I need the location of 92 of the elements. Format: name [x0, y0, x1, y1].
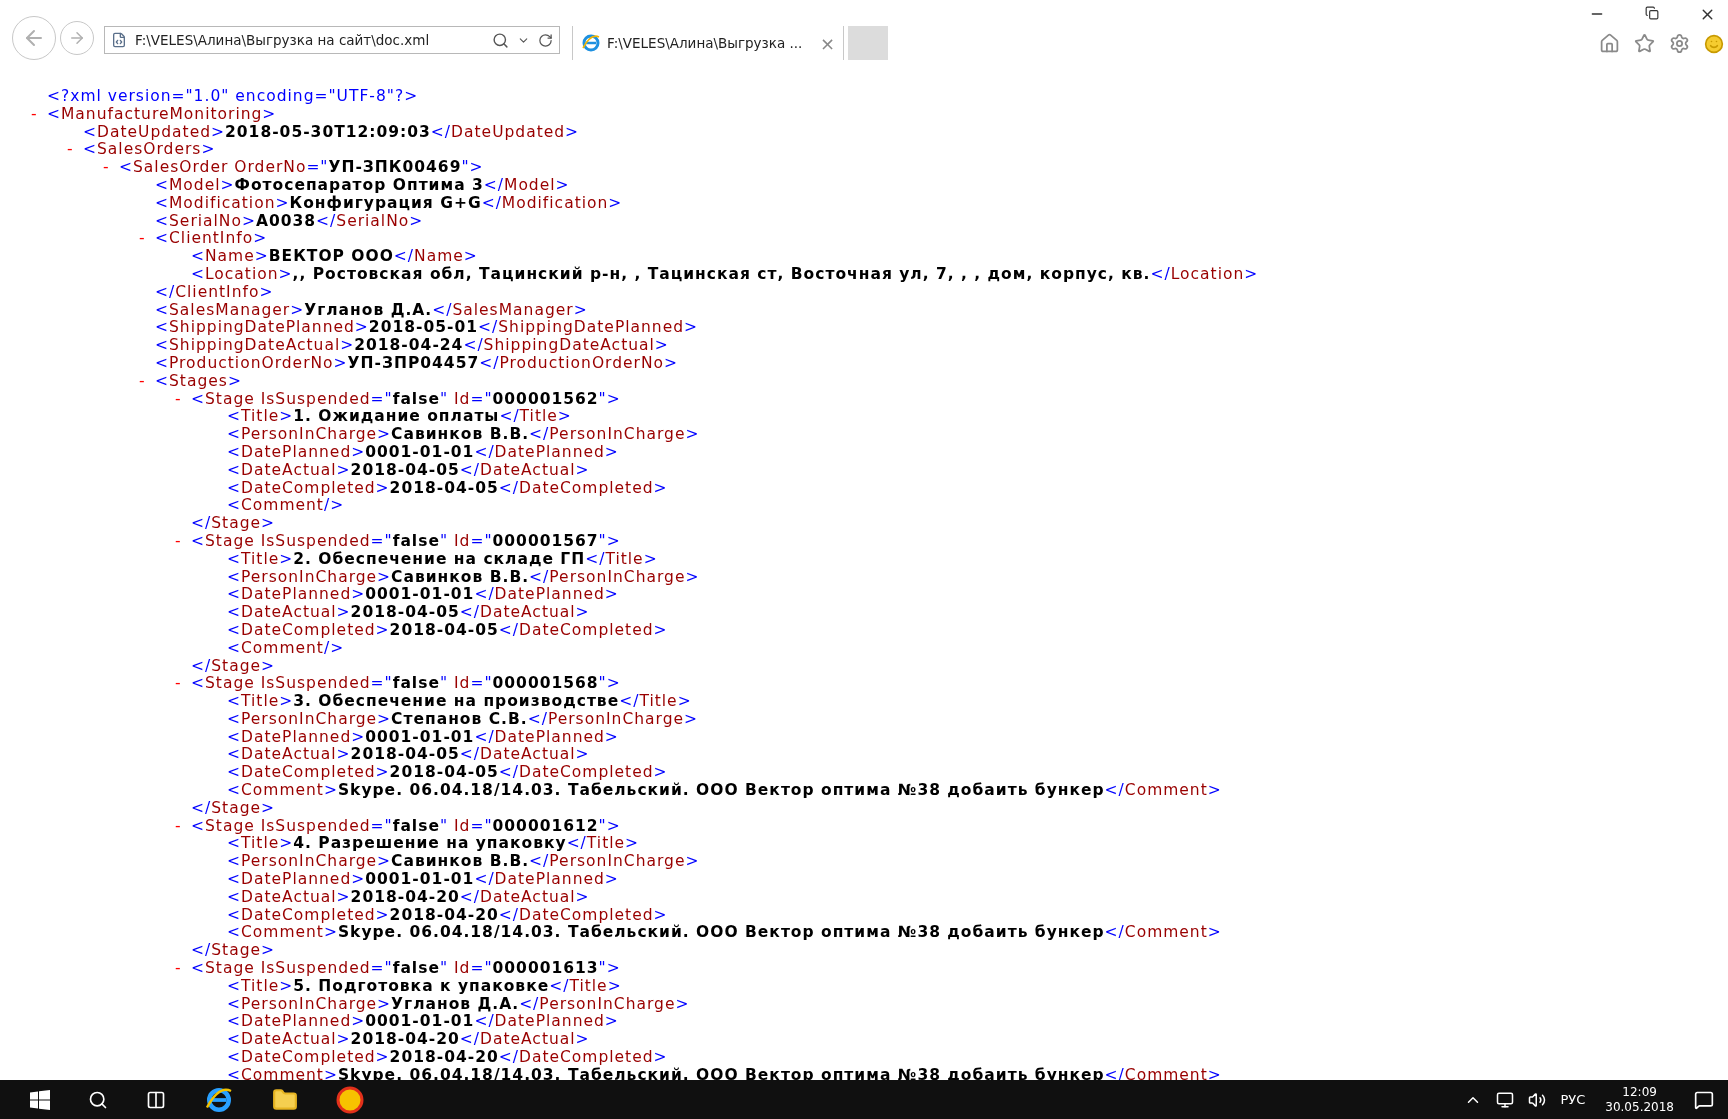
xml-line: <DateCompleted>2018-04-20</DateCompleted> [227, 1049, 668, 1067]
xml-line: <?xml version="1.0" encoding="UTF-8"?> [47, 88, 419, 106]
xml-line: <PersonInCharge>Степанов С.В.</PersonInCharge> [227, 710, 698, 729]
xml-line: <ClientInfo> [155, 230, 268, 249]
windows-logo-icon[interactable] [30, 1089, 50, 1110]
xml-line: <Stage IsSuspended="false" Id="000001568"> [191, 675, 621, 693]
globe-e-icon [581, 33, 601, 53]
address-bar[interactable]: F:\VELES\Алина\Выгрузка на сайт\doc.xml [104, 26, 560, 54]
xml-line: <Model>Фотосепаратор Оптима 3</Model> [155, 177, 570, 195]
refresh-icon[interactable] [538, 32, 553, 48]
xml-line: <Stage IsSuspended="false" Id="000001567"> [191, 532, 621, 551]
search-icon[interactable] [492, 31, 509, 49]
xml-line: <ProductionOrderNo>УП-ЗПР04457</ProductionOrderNo> [155, 354, 679, 373]
xml-line: <DateActual>2018-04-05</DateActual> [227, 461, 590, 480]
folder-icon[interactable] [272, 1086, 298, 1113]
xml-line: <PersonInCharge>Савинков В.В.</PersonInCharge> [227, 568, 700, 587]
xml-line: <PersonInCharge>Савинков В.В.</PersonInCharge> [227, 853, 700, 872]
collapse-toggle[interactable]: - [173, 390, 182, 409]
tab-title: F:\VELES\Алина\Выгрузка ... [607, 33, 804, 53]
star-icon[interactable] [1634, 33, 1655, 54]
xml-line: <DatePlanned>0001-01-01</DatePlanned> [227, 871, 619, 889]
volume-icon[interactable] [1528, 1090, 1547, 1109]
xml-line: <SalesManager>Угланов Д.А.</SalesManager> [155, 301, 588, 320]
task-view-icon[interactable] [146, 1089, 166, 1110]
time-text: 12:09 [1622, 1084, 1657, 1100]
xml-line: <Stage IsSuspended="false" Id="000001562"> [191, 390, 621, 409]
xml-line: <ShippingDateActual>2018-04-24</ShippingDateActual> [155, 337, 669, 355]
collapse-toggle[interactable]: - [173, 960, 182, 978]
xml-line: </Stage> [191, 657, 275, 676]
xml-line: <DateActual>2018-04-05</DateActual> [227, 604, 590, 622]
xml-line: </Stage> [191, 799, 275, 818]
clock[interactable]: 12:09 30.05.2018 [1599, 1084, 1680, 1115]
xml-line: <DateCompleted>2018-04-05</DateCompleted> [227, 621, 668, 640]
xml-line: <DateCompleted>2018-04-05</DateCompleted> [227, 479, 668, 498]
xml-line: <SalesOrder OrderNo="УП-ЗПК00469"> [119, 159, 484, 177]
network-icon[interactable] [1496, 1090, 1515, 1109]
xml-line: <Title>3. Обеспечение на производстве</Title> [227, 693, 692, 711]
xml-line: <Modification>Конфигурация G+G</Modification> [155, 194, 623, 213]
xml-line: </Stage> [191, 515, 275, 533]
xml-line: <DatePlanned>0001-01-01</DatePlanned> [227, 1013, 619, 1032]
xml-line: </ClientInfo> [155, 283, 274, 302]
xml-line: <ManufactureMonitoring> [47, 105, 277, 124]
xml-line: <Comment>Skype. 06.04.18/14.03. Табельский. ООО Вектор оптима №38 добаить бункер</Comment> [227, 924, 1222, 943]
browser-tab[interactable]: F:\VELES\Алина\Выгрузка ... × [572, 26, 844, 60]
xml-line: <Name>ВЕКТОР ООО</Name> [191, 248, 478, 266]
tab-close-button[interactable]: × [819, 29, 835, 57]
search-icon[interactable] [88, 1089, 108, 1110]
arrow-right-icon [68, 29, 86, 47]
app-logo-icon[interactable] [336, 1085, 364, 1114]
collapse-toggle[interactable]: - [137, 230, 146, 249]
xml-line: <Location>,, Ростовская обл, Тацинский р-н, , Тацинская ст, Восточная ул, 7, , , дом, корпус, кв.</Location> [191, 265, 1259, 284]
xml-line: <DatePlanned>0001-01-01</DatePlanned> [227, 443, 619, 462]
address-text: F:\VELES\Алина\Выгрузка на сайт\doc.xml [135, 30, 431, 50]
xml-line: <Title>5. Подготовка к упаковке</Title> [227, 977, 622, 996]
xml-line: <Comment/> [227, 639, 345, 658]
xml-line: <DatePlanned>0001-01-01</DatePlanned> [227, 728, 619, 747]
collapse-toggle[interactable]: - [29, 105, 38, 124]
settings-icon[interactable] [1669, 33, 1690, 54]
xml-line: <Title>1. Ожидание оплаты</Title> [227, 408, 572, 427]
xml-line: <Comment/> [227, 497, 345, 516]
notification-icon[interactable] [1694, 1089, 1714, 1110]
xml-line: <SerialNo>A0038</SerialNo> [155, 212, 424, 231]
xml-line: <DateUpdated>2018-05-30T12:09:03</DateUpdated> [83, 123, 580, 142]
xml-line: <Stages> [155, 372, 242, 391]
xml-line: <DateCompleted>2018-04-20</DateCompleted> [227, 906, 668, 924]
xml-line: </Stage> [191, 942, 275, 961]
xml-line: <Comment>Skype. 06.04.18/14.03. Табельский. ООО Вектор оптима №38 добаить бункер</Comment> [227, 782, 1222, 800]
xml-line: <PersonInCharge>Угланов Д.А.</PersonInCharge> [227, 995, 690, 1014]
collapse-toggle[interactable]: - [65, 141, 74, 160]
smiley-icon[interactable] [1704, 33, 1724, 54]
collapse-toggle[interactable]: - [173, 532, 182, 551]
xml-line: <DateActual>2018-04-20</DateActual> [227, 888, 590, 907]
home-icon[interactable] [1599, 33, 1620, 54]
xml-line: <ShippingDatePlanned>2018-05-01</ShippingDatePlanned> [155, 319, 699, 338]
page-icon [111, 32, 127, 48]
collapse-toggle[interactable]: - [173, 817, 182, 836]
collapse-toggle[interactable]: - [173, 675, 182, 694]
xml-line: <Stage IsSuspended="false" Id="000001612"> [191, 817, 621, 836]
xml-line: <DateActual>2018-04-05</DateActual> [227, 746, 590, 765]
xml-line: <SalesOrders> [83, 141, 216, 160]
date-text: 30.05.2018 [1605, 1099, 1674, 1115]
xml-line: <PersonInCharge>Савинков В.В.</PersonInCharge> [227, 426, 700, 444]
xml-line: <Title>2. Обеспечение на складе ГП</Title> [227, 550, 658, 569]
language-indicator[interactable]: РУС [1560, 1089, 1586, 1110]
xml-line: <DateActual>2018-04-20</DateActual> [227, 1031, 590, 1050]
xml-line: <DateCompleted>2018-04-05</DateCompleted> [227, 764, 668, 782]
restore-icon[interactable] [1645, 6, 1659, 20]
xml-line: <Title>4. Разрешение на упаковку</Title> [227, 835, 640, 854]
collapse-toggle[interactable]: - [137, 372, 146, 391]
collapse-toggle[interactable]: - [101, 159, 110, 177]
xml-line: <DatePlanned>0001-01-01</DatePlanned> [227, 586, 619, 605]
xml-line: <Stage IsSuspended="false" Id="000001613"> [191, 960, 621, 978]
